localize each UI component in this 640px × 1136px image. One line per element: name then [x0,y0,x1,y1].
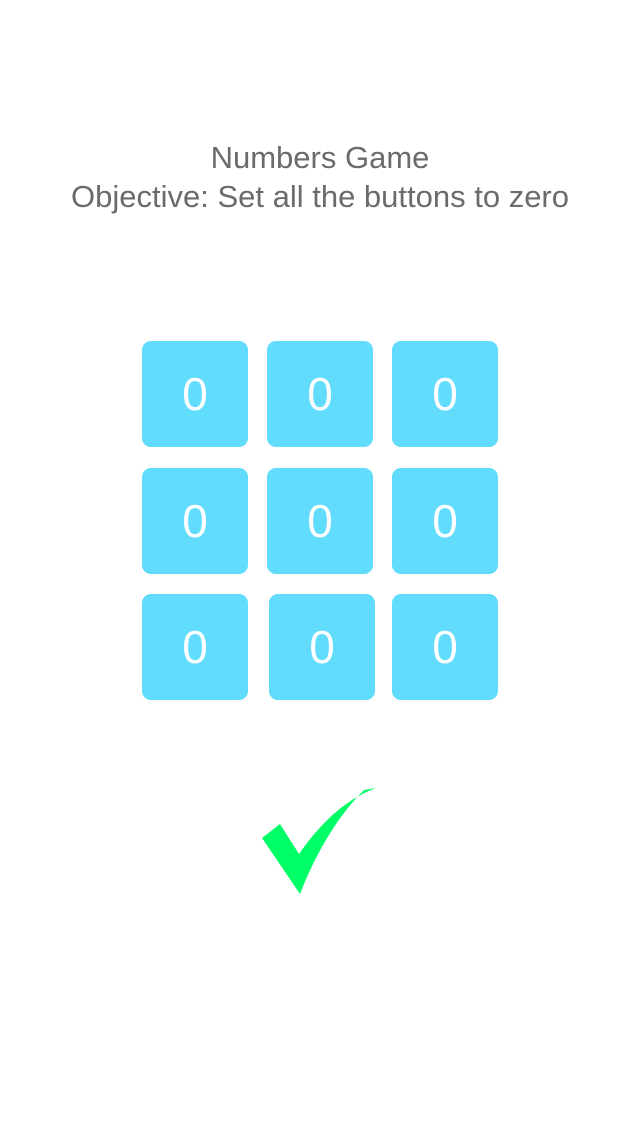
tile-r2-c2[interactable]: 0 [267,468,373,574]
tile-r3-c1[interactable]: 0 [142,594,248,700]
tile-r1-c3[interactable]: 0 [392,341,498,447]
tile-r1-c2[interactable]: 0 [267,341,373,447]
header: Numbers Game Objective: Set all the butt… [0,138,640,216]
tile-r3-c3[interactable]: 0 [392,594,498,700]
checkmark-icon [262,788,376,894]
game-title: Numbers Game [210,140,430,175]
tile-r2-c3[interactable]: 0 [392,468,498,574]
tile-r2-c1[interactable]: 0 [142,468,248,574]
tile-r3-c2[interactable]: 0 [269,594,375,700]
objective-text: Objective: Set all the buttons to zero [71,179,569,214]
tile-r1-c1[interactable]: 0 [142,341,248,447]
